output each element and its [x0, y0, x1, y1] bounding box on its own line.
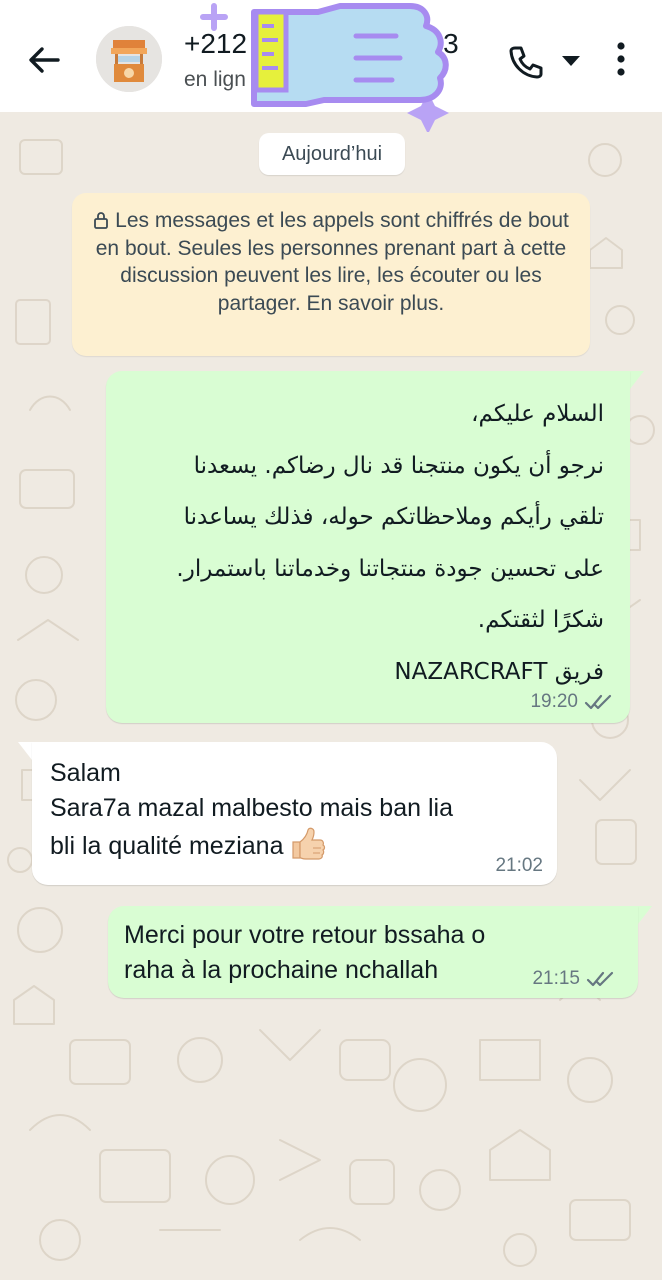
sticker-overlay-icon	[200, 3, 449, 132]
message-meta: 21:02	[495, 855, 543, 877]
phone-icon[interactable]	[506, 42, 546, 82]
message-meta: 19:20	[530, 691, 614, 713]
message-time: 21:02	[495, 855, 543, 876]
caret-down-icon[interactable]	[560, 52, 582, 70]
outgoing-message[interactable]: Merci pour votre retour bssaha o raha à …	[108, 906, 638, 998]
encryption-notice[interactable]: Les messages et les appels sont chiffrés…	[72, 193, 590, 356]
shop-stall-avatar-icon	[96, 26, 162, 92]
bubble-tail	[630, 371, 644, 389]
message-meta: 21:15	[532, 968, 616, 990]
date-chip: Aujourd’hui	[259, 133, 405, 175]
avatar[interactable]	[96, 26, 162, 92]
lock-icon	[94, 212, 109, 229]
bubble-tail	[18, 742, 32, 760]
outgoing-message[interactable]: السلام عليكم، نرجو أن يكون منتجنا قد نال…	[106, 371, 630, 723]
message-time: 21:15	[532, 968, 580, 989]
double-check-icon	[584, 694, 612, 710]
encryption-notice-text: Les messages et les appels sont chiffrés…	[92, 207, 570, 317]
incoming-message[interactable]: Salam Sara7a mazal malbesto mais ban lia…	[32, 742, 557, 885]
message-text: Salam Sara7a mazal malbesto mais ban lia…	[50, 759, 453, 860]
bubble-tail	[638, 906, 652, 924]
message-text: السلام عليكم، نرجو أن يكون منتجنا قد نال…	[176, 401, 604, 685]
message-time: 19:20	[530, 691, 578, 712]
double-check-icon	[586, 971, 614, 987]
back-arrow-icon[interactable]	[24, 40, 64, 80]
message-text: Merci pour votre retour bssaha o raha à …	[124, 921, 486, 984]
thumbs-up-emoji-icon	[292, 827, 326, 860]
more-vertical-icon[interactable]	[606, 38, 636, 80]
